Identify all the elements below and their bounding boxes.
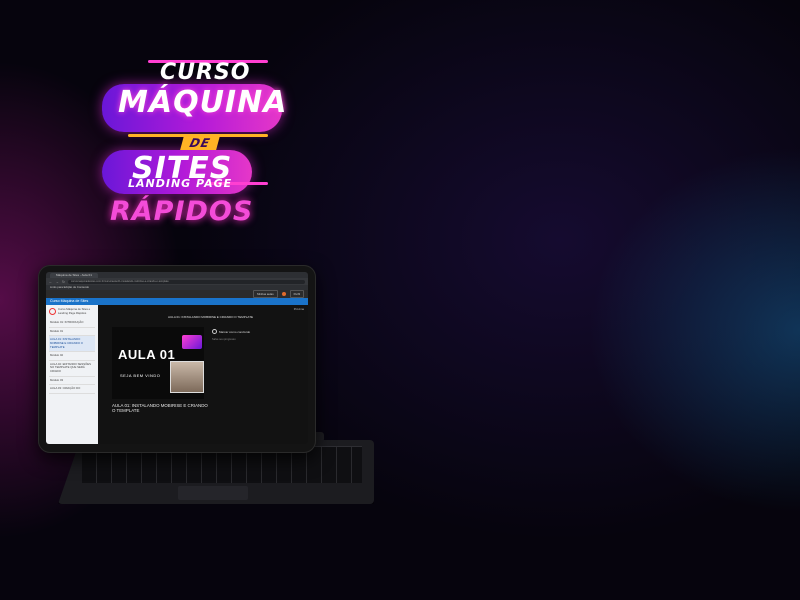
site-topbar: Minhas aulas Perfil <box>46 290 308 298</box>
video-logo-thumbnail <box>182 335 202 349</box>
back-icon[interactable]: ← <box>49 280 53 284</box>
mark-done-label: Marcar como concluído <box>219 329 251 334</box>
browser-tab[interactable]: Máquina de Sites - Aula 01 <box>50 273 98 278</box>
sidebar-item-active[interactable]: AULA 01: INSTALANDO MOBIRISE E CRIANDO O… <box>49 336 95 353</box>
sidebar-item[interactable]: Módulo 01: INTRODUÇÃO <box>49 319 95 328</box>
progress-note: Salve seu progresso <box>212 338 236 341</box>
sidebar-item[interactable]: Módulo 02 <box>49 352 95 361</box>
url-field[interactable]: cursomaquinadesites.com.br/curso/aula-01… <box>67 279 305 284</box>
logo-curso: CURSO <box>160 60 251 85</box>
sidebar-course-name: Curso Máquina de Sites e Landing Page Rá… <box>58 307 91 315</box>
next-link[interactable]: Próxima <box>294 307 304 311</box>
sidebar-item[interactable]: Módulo 03 <box>49 377 95 386</box>
logo-rapidos: RÁPIDOS <box>110 196 254 227</box>
forward-icon[interactable]: → <box>56 280 60 284</box>
logo-maquina: MÁQUINA <box>118 85 288 120</box>
address-bar: ← → ↻ cursomaquinadesites.com.br/curso/a… <box>46 278 308 285</box>
video-player[interactable]: AULA 01 SEJA BEM VINDO <box>112 327 204 399</box>
trackpad <box>178 486 248 500</box>
my-lessons-button[interactable]: Minhas aulas <box>253 290 278 298</box>
sidebar-item[interactable]: AULA 03: CRIAÇÃO DO <box>49 385 95 394</box>
tablet-device: Máquina de Sites - Aula 01 ← → ↻ cursoma… <box>38 265 316 453</box>
lesson-header: AULA 01: INSTALANDO MOBIRISE E CRIANDO O… <box>168 315 254 319</box>
video-title: AULA 01 <box>118 347 176 362</box>
logo-de: DE <box>180 136 221 150</box>
mark-done-button[interactable]: Marcar como concluído <box>212 329 250 334</box>
progress-ring-icon <box>49 308 56 315</box>
sidebar-item[interactable]: AULA 02: EDITANDO SESSÕES NO TEMPLATE QU… <box>49 361 95 377</box>
checkbox-icon <box>212 329 217 334</box>
course-title-bar[interactable]: Curso Máquina de Sites <box>46 298 308 305</box>
sidebar-header: Curso Máquina de Sites e Landing Page Rá… <box>49 307 95 315</box>
profile-button[interactable]: Perfil <box>289 290 304 298</box>
logo-landing-page: LANDING PAGE <box>128 177 233 190</box>
video-subtitle: SEJA BEM VINDO <box>120 373 161 378</box>
sidebar-item[interactable]: Módulo 01 <box>49 328 95 337</box>
reload-icon[interactable]: ↻ <box>62 280 65 284</box>
lesson-sidebar: Curso Máquina de Sites e Landing Page Rá… <box>46 305 98 444</box>
course-logo: CURSO MÁQUINA DE SITES LANDING PAGE RÁPI… <box>88 48 288 248</box>
avatar[interactable] <box>281 292 286 296</box>
presenter-webcam <box>170 361 204 393</box>
lesson-main: Próxima AULA 01: INSTALANDO MOBIRISE E C… <box>98 305 308 444</box>
tablet-screen: Máquina de Sites - Aula 01 ← → ↻ cursoma… <box>46 272 308 444</box>
lesson-caption: AULA 01: INSTALANDO MOBIRISE E CRIANDO O… <box>112 403 208 414</box>
lesson-body: Curso Máquina de Sites e Landing Page Rá… <box>46 305 308 444</box>
